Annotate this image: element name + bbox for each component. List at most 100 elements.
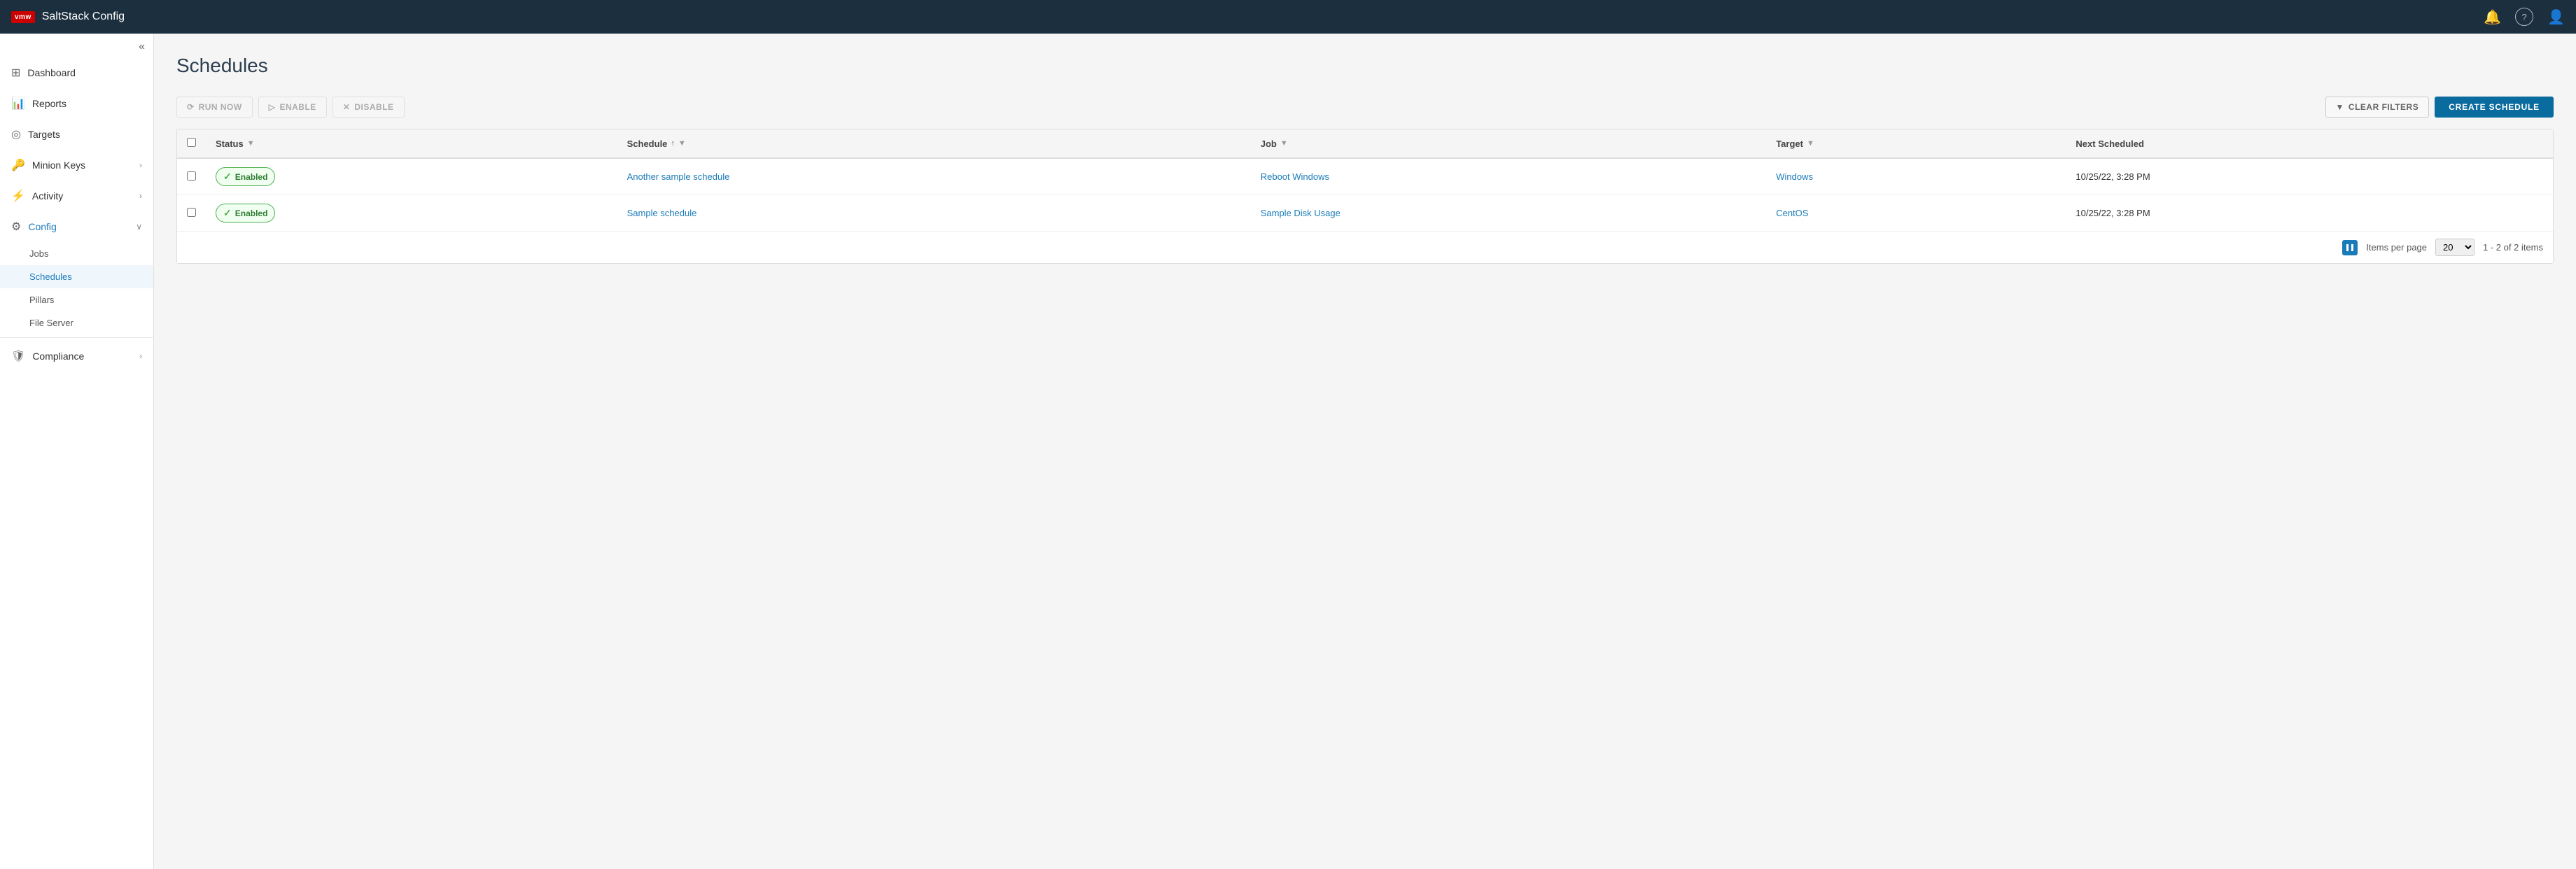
- activity-icon: ⚡: [11, 189, 25, 203]
- help-icon[interactable]: ?: [2515, 8, 2533, 26]
- col-job: Job ▼: [1251, 129, 1766, 158]
- nav-right: 🔔 ? 👤: [2484, 8, 2565, 26]
- sidebar-sub-item-pillars[interactable]: Pillars: [0, 288, 153, 311]
- select-all-col: [177, 129, 206, 158]
- chevron-right-icon: ›: [139, 160, 142, 170]
- enable-button[interactable]: ▷ ENABLE: [258, 97, 327, 118]
- sidebar-sub-label: File Server: [29, 318, 74, 328]
- sidebar-item-minion-keys[interactable]: 🔑 Minion Keys ›: [0, 150, 153, 181]
- row-job: Reboot Windows: [1251, 158, 1766, 195]
- row-checkbox[interactable]: [187, 171, 196, 181]
- config-icon: ⚙: [11, 220, 21, 234]
- sidebar-item-label: Dashboard: [27, 67, 76, 78]
- sidebar-item-config[interactable]: ⚙ Config ∨: [0, 211, 153, 242]
- row-checkbox[interactable]: [187, 208, 196, 217]
- target-link[interactable]: Windows: [1776, 171, 1813, 182]
- schedule-sort-icon[interactable]: ↑: [671, 139, 675, 148]
- col-target: Target ▼: [1766, 129, 2066, 158]
- create-schedule-label: CREATE SCHEDULE: [2449, 102, 2540, 112]
- status-dot-icon: ✓: [223, 171, 232, 183]
- sidebar: « ⊞ Dashboard 📊 Reports ◎ Targets 🔑 Mini…: [0, 34, 154, 869]
- sidebar-sub-item-file-server[interactable]: File Server: [0, 311, 153, 334]
- sidebar-sub-label: Pillars: [29, 295, 54, 305]
- table-header-row: Status ▼ Schedule ↑ ▼: [177, 129, 2553, 158]
- filter-icon: ▼: [2336, 102, 2344, 112]
- schedule-link[interactable]: Sample schedule: [627, 208, 697, 218]
- chevron-down-icon: ∨: [136, 222, 142, 232]
- sidebar-sub-item-schedules[interactable]: Schedules: [0, 265, 153, 288]
- sidebar-item-label: Reports: [32, 98, 66, 109]
- disable-label: DISABLE: [354, 102, 393, 112]
- user-icon[interactable]: 👤: [2547, 8, 2565, 26]
- toolbar: ⟳ RUN NOW ▷ ENABLE ✕ DISABLE ▼ CLEAR FIL…: [176, 97, 2554, 118]
- pagination-row: Items per page 102050100 1 - 2 of 2 item…: [177, 231, 2553, 263]
- vmw-logo: vmw: [11, 11, 35, 23]
- status-label: Enabled: [235, 172, 268, 182]
- row-checkbox-cell: [177, 158, 206, 195]
- sidebar-item-label: Compliance: [32, 351, 84, 362]
- row-checkbox-cell: [177, 195, 206, 232]
- col-job-label: Job: [1261, 139, 1277, 149]
- collapse-button[interactable]: «: [139, 41, 145, 53]
- sidebar-sub-item-jobs[interactable]: Jobs: [0, 242, 153, 265]
- create-schedule-button[interactable]: CREATE SCHEDULE: [2435, 97, 2554, 118]
- bell-icon[interactable]: 🔔: [2484, 8, 2501, 26]
- page-title: Schedules: [176, 55, 2554, 77]
- schedule-filter-icon[interactable]: ▼: [678, 139, 686, 148]
- sidebar-item-dashboard[interactable]: ⊞ Dashboard: [0, 57, 153, 88]
- target-filter-icon[interactable]: ▼: [1807, 139, 1814, 148]
- dashboard-icon: ⊞: [11, 66, 20, 80]
- sidebar-item-label: Targets: [28, 129, 60, 140]
- table-row: ✓ Enabled Another sample schedule Reboot…: [177, 158, 2553, 195]
- run-now-icon: ⟳: [187, 102, 195, 112]
- row-next-scheduled: 10/25/22, 3:28 PM: [2066, 158, 2553, 195]
- pagination-range: 1 - 2 of 2 items: [2483, 242, 2543, 253]
- col-next-scheduled: Next Scheduled: [2066, 129, 2553, 158]
- status-filter-icon[interactable]: ▼: [247, 139, 255, 148]
- sidebar-item-reports[interactable]: 📊 Reports: [0, 88, 153, 119]
- sidebar-item-activity[interactable]: ⚡ Activity ›: [0, 181, 153, 211]
- sidebar-item-compliance[interactable]: 🛡 Compliance ›: [0, 341, 153, 372]
- divider: [0, 337, 153, 338]
- col-status-label: Status: [216, 139, 244, 149]
- run-now-label: RUN NOW: [199, 102, 242, 112]
- target-link[interactable]: CentOS: [1776, 208, 1808, 218]
- row-next-scheduled: 10/25/22, 3:28 PM: [2066, 195, 2553, 232]
- sidebar-item-label: Activity: [32, 190, 63, 202]
- top-nav: vmw SaltStack Config 🔔 ? 👤: [0, 0, 2576, 34]
- table-body: ✓ Enabled Another sample schedule Reboot…: [177, 158, 2553, 231]
- job-filter-icon[interactable]: ▼: [1280, 139, 1288, 148]
- row-status: ✓ Enabled: [206, 158, 617, 195]
- main-content: Schedules ⟳ RUN NOW ▷ ENABLE ✕ DISABLE: [154, 34, 2576, 869]
- row-job: Sample Disk Usage: [1251, 195, 1766, 232]
- disable-button[interactable]: ✕ DISABLE: [332, 97, 405, 118]
- items-per-page-select[interactable]: 102050100: [2435, 239, 2474, 256]
- table-row: ✓ Enabled Sample schedule Sample Disk Us…: [177, 195, 2553, 232]
- run-now-button[interactable]: ⟳ RUN NOW: [176, 97, 253, 118]
- toolbar-left: ⟳ RUN NOW ▷ ENABLE ✕ DISABLE: [176, 97, 2320, 118]
- minion-keys-icon: 🔑: [11, 158, 25, 172]
- enable-icon: ▷: [269, 102, 276, 112]
- job-link[interactable]: Sample Disk Usage: [1261, 208, 1340, 218]
- select-all-checkbox[interactable]: [187, 138, 196, 147]
- sidebar-item-label: Minion Keys: [32, 160, 85, 171]
- reports-icon: 📊: [11, 97, 25, 111]
- col-status: Status ▼: [206, 129, 617, 158]
- col-schedule-label: Schedule: [627, 139, 668, 149]
- items-per-page-label: Items per page: [2366, 242, 2427, 253]
- col-target-label: Target: [1776, 139, 1803, 149]
- expand-icon[interactable]: [2342, 240, 2358, 255]
- clear-filters-label: CLEAR FILTERS: [2348, 102, 2418, 112]
- status-label: Enabled: [235, 209, 268, 218]
- sidebar-sub-label: Jobs: [29, 248, 48, 259]
- row-schedule: Another sample schedule: [617, 158, 1251, 195]
- sidebar-item-targets[interactable]: ◎ Targets: [0, 119, 153, 150]
- schedule-link[interactable]: Another sample schedule: [627, 171, 730, 182]
- job-link[interactable]: Reboot Windows: [1261, 171, 1329, 182]
- row-target: Windows: [1766, 158, 2066, 195]
- app-title: SaltStack Config: [42, 10, 125, 23]
- row-schedule: Sample schedule: [617, 195, 1251, 232]
- clear-filters-button[interactable]: ▼ CLEAR FILTERS: [2325, 97, 2430, 118]
- schedules-table-wrapper: Status ▼ Schedule ↑ ▼: [176, 129, 2554, 264]
- chevron-right-icon: ›: [139, 191, 142, 201]
